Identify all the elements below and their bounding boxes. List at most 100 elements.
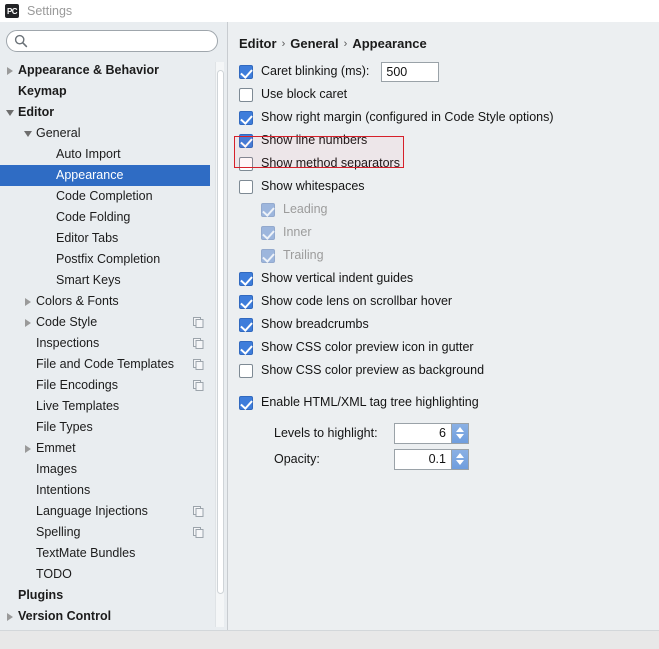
spinner-control[interactable] [394,448,469,470]
checkbox-caret-blinking-ms[interactable] [239,64,253,79]
sidebar-item-editor-tabs[interactable]: Editor Tabs [0,228,210,249]
copy-config-icon[interactable] [193,380,204,391]
spinner-down-icon[interactable] [456,434,464,440]
option-row[interactable]: Show code lens on scrollbar hover [239,290,659,313]
sidebar-item-todo[interactable]: TODO [0,564,210,585]
option-row[interactable]: Show CSS color preview icon in gutter [239,336,659,359]
checkbox-show-right-margin-configured-in-code-style-options[interactable] [239,110,253,125]
sidebar-item-keymap[interactable]: Keymap [0,81,210,102]
sidebar-item-file-types[interactable]: File Types [0,417,210,438]
option-row[interactable]: Trailing [239,244,659,267]
sidebar-scrollbar[interactable] [215,62,224,627]
sidebar-item-emmet[interactable]: Emmet [0,438,210,459]
sidebar-item-appearance[interactable]: Appearance [0,165,210,186]
checkbox-show-whitespaces[interactable] [239,179,253,194]
sidebar-item-code-folding[interactable]: Code Folding [0,207,210,228]
sidebar-item-language-injections[interactable]: Language Injections [0,501,210,522]
option-row[interactable]: Use block caret [239,83,659,106]
option-row[interactable]: Show line numbers [239,129,659,152]
spinner-buttons[interactable] [451,423,468,443]
sidebar-item-postfix-completion[interactable]: Postfix Completion [0,249,210,270]
copy-config-icon[interactable] [193,338,204,349]
option-row[interactable]: Show whitespaces [239,175,659,198]
sidebar-item-live-templates[interactable]: Live Templates [0,396,210,417]
spinner-buttons[interactable] [451,449,468,469]
checkbox-show-css-color-preview-icon-in-gutter[interactable] [239,340,253,355]
copy-config-icon[interactable] [193,506,204,517]
option-label: Show whitespaces [261,179,365,193]
chevron-down-icon[interactable] [24,129,33,138]
checkbox-show-breadcrumbs[interactable] [239,317,253,332]
checkbox-show-code-lens-on-scrollbar-hover[interactable] [239,294,253,309]
sidebar-item-inspections[interactable]: Inspections [0,333,210,354]
window-footer [0,630,659,649]
spinner-control[interactable] [394,422,469,444]
copy-config-icon[interactable] [193,317,204,328]
breadcrumb-item[interactable]: Editor [239,36,277,51]
sidebar-item-label: Keymap [18,84,67,98]
chevron-right-icon[interactable] [6,612,15,621]
sidebar-item-intentions[interactable]: Intentions [0,480,210,501]
spinner-up-icon[interactable] [456,452,464,458]
opacity-input[interactable] [395,449,451,469]
chevron-right-icon[interactable] [24,444,33,453]
sidebar-item-images[interactable]: Images [0,459,210,480]
option-row-html-tag-tree[interactable]: Enable HTML/XML tag tree highlighting [239,391,659,414]
sidebar-item-general[interactable]: General [0,123,210,144]
chevron-right-icon[interactable] [24,297,33,306]
caret-blinking-input[interactable] [381,61,440,82]
chevron-right-icon[interactable] [24,318,33,327]
spinner-label: Opacity: [274,452,320,466]
sidebar-item-colors-fonts[interactable]: Colors & Fonts [0,291,210,312]
search-input[interactable] [6,30,218,52]
copy-config-icon[interactable] [193,527,204,538]
option-label: Enable HTML/XML tag tree highlighting [261,395,479,409]
sidebar-item-textmate-bundles[interactable]: TextMate Bundles [0,543,210,564]
spinner-up-icon[interactable] [456,426,464,432]
checkbox-show-vertical-indent-guides[interactable] [239,271,253,286]
breadcrumb-separator: › [281,37,286,50]
sidebar-item-version-control[interactable]: Version Control [0,606,210,627]
spinner-row: Levels to highlight: [239,420,659,446]
sidebar-item-appearance-behavior[interactable]: Appearance & Behavior [0,60,210,81]
chevron-down-icon[interactable] [6,108,15,117]
option-row[interactable]: Inner [239,221,659,244]
sidebar-item-auto-import[interactable]: Auto Import [0,144,210,165]
checkbox-use-block-caret[interactable] [239,87,253,102]
checkbox-show-line-numbers[interactable] [239,133,253,148]
sidebar-item-spelling[interactable]: Spelling [0,522,210,543]
option-row[interactable]: Show right margin (configured in Code St… [239,106,659,129]
option-row[interactable]: Leading [239,198,659,221]
levels-to-highlight-input[interactable] [395,423,451,443]
spinner-down-icon[interactable] [456,460,464,466]
sidebar-item-file-and-code-templates[interactable]: File and Code Templates [0,354,210,375]
option-label: Inner [283,225,312,239]
sidebar-item-smart-keys[interactable]: Smart Keys [0,270,210,291]
option-row[interactable]: Show method separators [239,152,659,175]
option-row[interactable]: Show vertical indent guides [239,267,659,290]
checkbox-show-method-separators[interactable] [239,156,253,171]
checkbox-enable-html-xml-tag-tree-highlighting[interactable] [239,395,253,410]
sidebar-item-editor[interactable]: Editor [0,102,210,123]
sidebar-item-code-completion[interactable]: Code Completion [0,186,210,207]
sidebar-item-plugins[interactable]: Plugins [0,585,210,606]
option-row[interactable]: Show breadcrumbs [239,313,659,336]
copy-config-icon[interactable] [193,359,204,370]
option-row[interactable]: Show CSS color preview as background [239,359,659,382]
sidebar-scrollbar-thumb[interactable] [217,70,224,594]
breadcrumb-item[interactable]: General [290,36,338,51]
sidebar-item-code-style[interactable]: Code Style [0,312,210,333]
checkbox-show-css-color-preview-as-background[interactable] [239,363,253,378]
option-row[interactable]: Caret blinking (ms): [239,60,659,83]
breadcrumb-item[interactable]: Appearance [352,36,426,51]
chevron-right-icon[interactable] [6,66,15,75]
sidebar-item-file-encodings[interactable]: File Encodings [0,375,210,396]
